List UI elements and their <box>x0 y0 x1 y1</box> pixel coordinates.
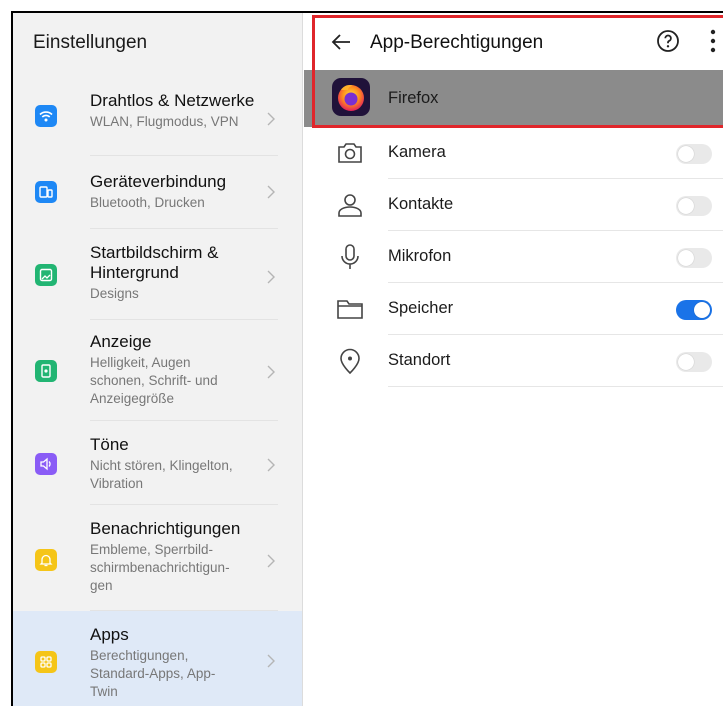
camera-icon <box>338 143 362 163</box>
sidebar-item-subtitle: Designs <box>90 286 139 301</box>
sidebar-item-device-connection[interactable]: Geräteverbindung Bluetooth, Drucken <box>13 156 302 229</box>
permission-row-microphone[interactable]: Mikrofon <box>304 231 723 283</box>
permission-row-camera[interactable]: Kamera <box>304 127 723 179</box>
apps-icon <box>35 651 57 673</box>
sidebar-item-title: Drahtlos & Netzwerke <box>90 91 255 110</box>
camera-toggle[interactable] <box>676 144 712 164</box>
sound-icon <box>35 453 57 475</box>
more-options-icon[interactable] <box>708 28 718 54</box>
permission-label: Speicher <box>388 299 454 317</box>
permission-label: Kontakte <box>388 195 454 213</box>
sidebar-item-title: Töne <box>90 435 129 454</box>
contacts-toggle[interactable] <box>676 196 712 216</box>
permission-row-contacts[interactable]: Kontakte <box>304 179 723 231</box>
sidebar-item-subtitle: Bluetooth, Drucken <box>90 195 205 210</box>
sidebar-item-subtitle: Nicht stören, Klingelton, Vibration <box>90 458 233 491</box>
sidebar-item-subtitle: Embleme, Sperrbild-schirmbenachrichtigun… <box>90 542 230 593</box>
sidebar-item-title: Apps <box>90 625 129 644</box>
sidebar-item-title: Geräteverbindung <box>90 172 227 191</box>
sidebar-item-notifications[interactable]: Benachrichtigungen Embleme, Sperrbild-sc… <box>13 505 302 611</box>
contacts-icon <box>338 194 362 217</box>
sidebar-item-subtitle: Helligkeit, Augen schonen, Schrift- und … <box>90 355 218 406</box>
location-toggle[interactable] <box>676 352 712 372</box>
storage-toggle[interactable] <box>676 300 712 320</box>
sidebar-item-wireless[interactable]: Drahtlos & Netzwerke WLAN, Flugmodus, VP… <box>13 73 302 156</box>
wallpaper-icon <box>35 264 57 286</box>
screen-frame: Einstellungen Drahtlos & Netzwerke WLAN,… <box>11 11 723 706</box>
app-permissions-panel: App-Berechtigungen Firefox Kamera Kontak… <box>304 13 723 706</box>
settings-sidebar: Einstellungen Drahtlos & Netzwerke WLAN,… <box>13 13 303 706</box>
chevron-right-icon <box>267 458 275 472</box>
sidebar-item-display[interactable]: Anzeige Helligkeit, Augen schonen, Schri… <box>13 320 302 421</box>
permission-label: Kamera <box>388 143 446 161</box>
device-connection-icon <box>35 181 57 203</box>
chevron-right-icon <box>267 365 275 379</box>
sidebar-item-title: Startbildschirm & Hintergrund <box>90 243 219 282</box>
permission-row-location[interactable]: Standort <box>304 335 723 387</box>
display-icon <box>35 360 57 382</box>
location-icon <box>340 348 360 375</box>
chevron-right-icon <box>267 554 275 568</box>
folder-icon <box>337 300 363 319</box>
sidebar-item-title: Anzeige <box>90 332 152 351</box>
app-bar: App-Berechtigungen <box>304 13 723 70</box>
sidebar-item-title: Benachrichtigungen <box>90 519 241 538</box>
microphone-toggle[interactable] <box>676 248 712 268</box>
page-title: App-Berechtigungen <box>370 32 544 53</box>
app-header-row: Firefox <box>304 70 723 127</box>
sidebar-item-home-screen[interactable]: Startbildschirm & Hintergrund Designs <box>13 229 302 320</box>
sidebar-title: Einstellungen <box>13 13 302 73</box>
help-icon[interactable] <box>656 29 680 53</box>
permission-label: Mikrofon <box>388 247 452 265</box>
chevron-right-icon <box>267 270 275 284</box>
permission-label: Standort <box>388 351 451 369</box>
chevron-right-icon <box>267 185 275 199</box>
bell-icon <box>35 549 57 571</box>
chevron-right-icon <box>267 112 275 126</box>
back-arrow-icon[interactable] <box>330 31 352 53</box>
app-name: Firefox <box>388 89 439 107</box>
firefox-icon <box>332 78 370 116</box>
wifi-icon <box>35 105 57 127</box>
sidebar-item-sounds[interactable]: Töne Nicht stören, Klingelton, Vibration <box>13 421 302 505</box>
chevron-right-icon <box>267 654 275 668</box>
microphone-icon <box>341 244 359 269</box>
permission-row-storage[interactable]: Speicher <box>304 283 723 335</box>
sidebar-item-subtitle: WLAN, Flugmodus, VPN <box>90 114 239 129</box>
sidebar-item-apps[interactable]: Apps Berechtigungen, Standard-Apps, App-… <box>13 611 302 706</box>
sidebar-item-subtitle: Berechtigungen, Standard-Apps, App-Twin <box>90 648 216 699</box>
